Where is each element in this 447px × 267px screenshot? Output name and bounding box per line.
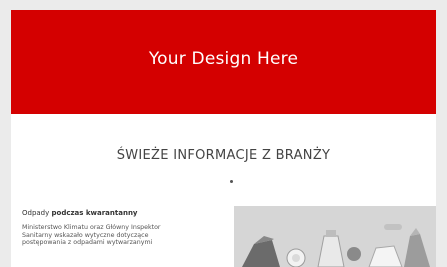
- article-image[interactable]: [234, 206, 436, 267]
- waste-items-photo-icon: [234, 206, 436, 267]
- article-title-bold: podczas kwarantanny: [51, 209, 138, 217]
- section-heading: ŚWIEŻE INFORMACJE Z BRANŻY: [116, 148, 331, 163]
- email-template-preview: Your Design Here ŚWIEŻE INFORMACJE Z BRA…: [11, 10, 436, 267]
- article-title[interactable]: Odpady podczas kwarantanny: [22, 209, 138, 217]
- header-banner: Your Design Here: [11, 10, 436, 114]
- divider-dot: [230, 180, 233, 183]
- article-title-plain: Odpady: [22, 209, 52, 217]
- article-excerpt-line: postępowania z odpadami wytwarzanymi: [22, 239, 153, 247]
- article-excerpt: Ministerstwo Klimatu oraz Główny Inspekt…: [22, 224, 230, 247]
- article-excerpt-line: Ministerstwo Klimatu oraz Główny Inspekt…: [22, 224, 161, 231]
- article-excerpt-line: Sanitarny wskazało wytyczne dotyczące: [22, 231, 149, 239]
- banner-title: Your Design Here: [148, 48, 299, 69]
